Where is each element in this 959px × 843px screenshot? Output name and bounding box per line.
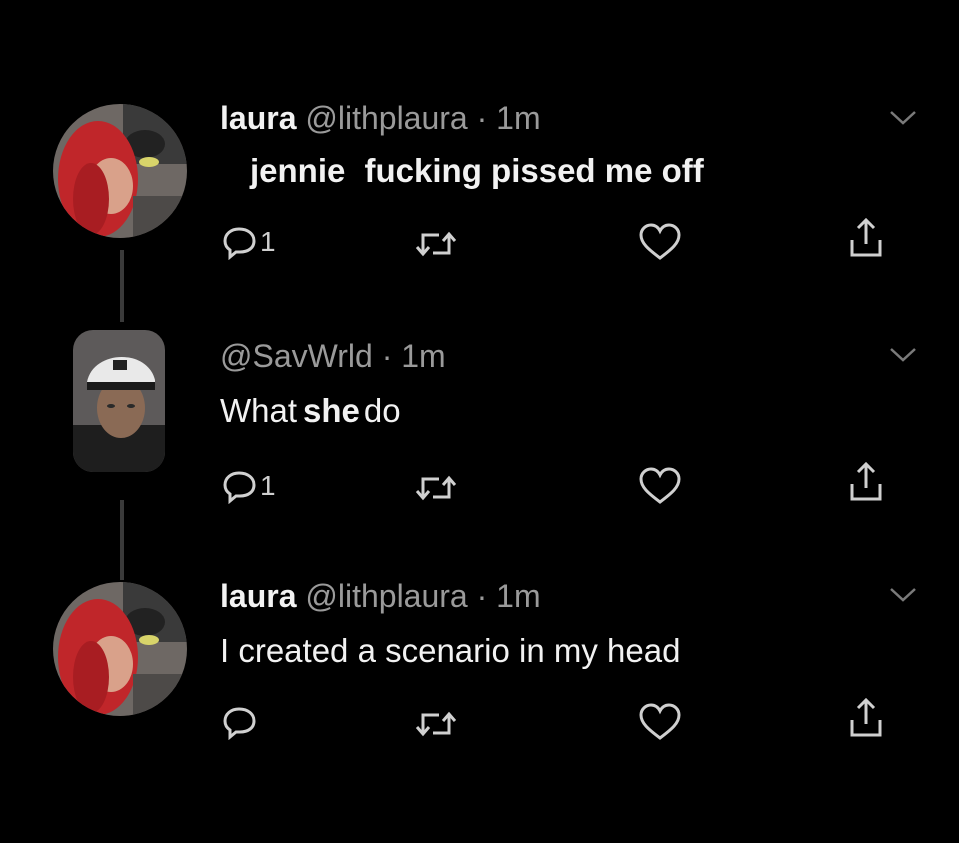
timestamp[interactable]: 1m xyxy=(496,100,540,136)
tweet-header: laura @lithplaura · 1m xyxy=(220,576,541,616)
avatar-photo-icon xyxy=(53,582,187,716)
retweet-button[interactable] xyxy=(415,704,457,744)
chevron-down-icon xyxy=(890,348,916,362)
reply-count: 1 xyxy=(260,226,276,257)
like-button[interactable] xyxy=(638,466,682,506)
display-name[interactable]: laura xyxy=(220,100,296,136)
heart-icon xyxy=(639,703,681,740)
like-button[interactable] xyxy=(638,702,682,742)
avatar[interactable] xyxy=(53,104,187,238)
reply-icon xyxy=(223,227,256,260)
reply-button[interactable]: 1 xyxy=(222,222,276,262)
reply-button[interactable] xyxy=(222,702,260,742)
retweet-button[interactable] xyxy=(415,224,457,264)
heart-icon xyxy=(639,223,681,260)
heart-icon xyxy=(639,467,681,504)
avatar-photo-icon xyxy=(73,330,165,472)
user-handle[interactable]: @SavWrld xyxy=(220,338,373,374)
more-options-button[interactable] xyxy=(888,108,918,128)
separator-dot: · xyxy=(476,100,488,136)
avatar[interactable] xyxy=(53,582,187,716)
timestamp[interactable]: 1m xyxy=(496,578,540,614)
retweet-icon xyxy=(415,711,457,737)
chevron-down-icon xyxy=(890,588,916,602)
like-button[interactable] xyxy=(638,222,682,262)
reply-button[interactable]: 1 xyxy=(222,466,276,506)
share-icon xyxy=(850,697,882,737)
display-name[interactable]: laura xyxy=(220,578,296,614)
tweet-text-part: fucking pissed me off xyxy=(364,152,704,189)
reply-icon xyxy=(223,707,256,740)
avatar-photo-icon xyxy=(53,104,187,238)
timestamp[interactable]: 1m xyxy=(401,338,445,374)
user-handle[interactable]: @lithplaura xyxy=(305,578,467,614)
tweet-text-part: jennie xyxy=(250,152,346,189)
tweet-header: @SavWrld · 1m xyxy=(220,336,446,376)
tweet-text: jennie fucking pissed me off xyxy=(250,150,704,192)
user-handle[interactable]: @lithplaura xyxy=(305,100,467,136)
tweet-text-part: I created a scenario in my head xyxy=(220,632,681,669)
retweet-button[interactable] xyxy=(415,468,457,508)
tweet-text-part: she xyxy=(303,392,360,429)
chevron-down-icon xyxy=(890,111,916,125)
more-options-button[interactable] xyxy=(888,345,918,365)
tweet-text-part: do xyxy=(363,392,401,429)
tweet-text: What she do xyxy=(220,390,401,432)
share-button[interactable] xyxy=(846,697,886,738)
more-options-button[interactable] xyxy=(888,585,918,605)
thread-connector xyxy=(120,500,124,580)
avatar[interactable] xyxy=(73,330,165,472)
separator-dot: · xyxy=(381,338,393,374)
share-icon xyxy=(850,461,882,501)
share-icon xyxy=(850,217,882,257)
tweet-text: I created a scenario in my head xyxy=(220,630,680,672)
share-button[interactable] xyxy=(846,217,886,258)
tweet-text-part: What xyxy=(220,392,298,429)
share-button[interactable] xyxy=(846,461,886,502)
separator-dot: · xyxy=(476,578,488,614)
retweet-icon xyxy=(415,475,457,501)
thread-connector xyxy=(120,250,124,322)
reply-count: 1 xyxy=(260,470,276,501)
reply-icon xyxy=(223,471,256,504)
retweet-icon xyxy=(415,231,457,257)
tweet-header: laura @lithplaura · 1m xyxy=(220,98,541,138)
